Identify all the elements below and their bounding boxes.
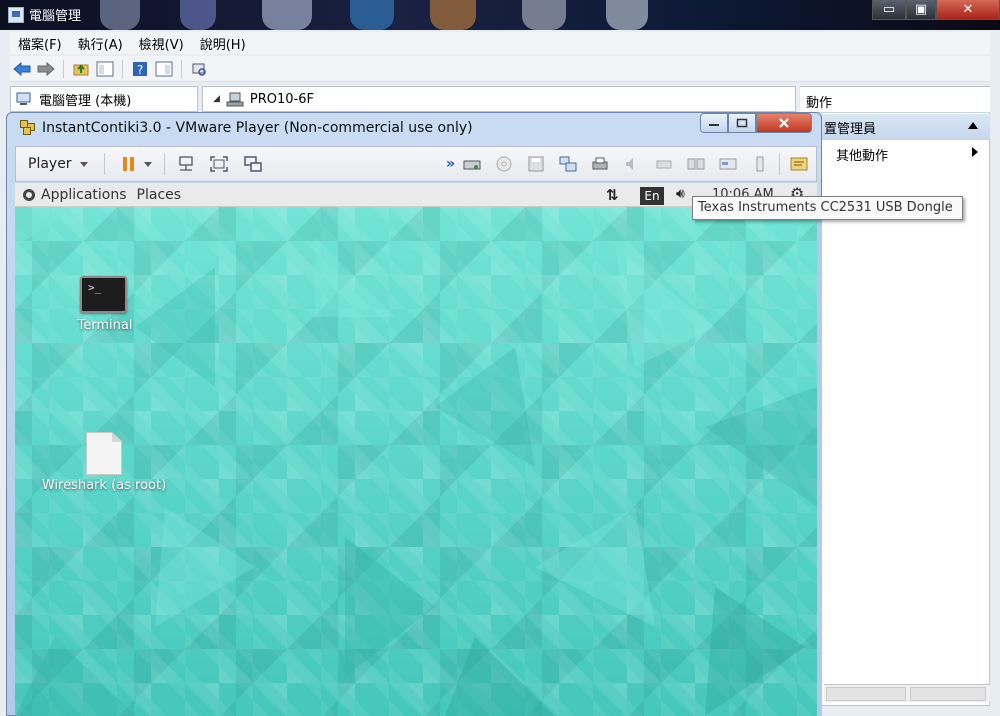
- maximize-icon: [736, 118, 748, 128]
- vmware-window-controls: [700, 113, 812, 135]
- computer-management-icon: [8, 6, 24, 23]
- window-controls: ▭ ▣ ✕: [872, 0, 1000, 22]
- wireshark-label[interactable]: Wireshark (as root): [30, 478, 178, 493]
- places-menu[interactable]: Places: [137, 187, 182, 203]
- toolbar-separator: [103, 153, 105, 175]
- device-tree-header[interactable]: ◢ PRO10-6F: [202, 86, 796, 112]
- language-indicator[interactable]: En: [640, 187, 664, 205]
- desktop-wallpaper-pattern: [15, 207, 817, 716]
- message-log-icon[interactable]: [790, 156, 808, 172]
- more-actions-item[interactable]: 其他動作: [800, 142, 990, 164]
- maximize-button[interactable]: ▣: [906, 0, 936, 20]
- terminal-icon[interactable]: >_: [80, 276, 127, 313]
- toolbar-separator: [163, 153, 165, 175]
- back-arrow-icon[interactable]: [12, 59, 32, 79]
- network-adapter-icon[interactable]: [559, 156, 577, 172]
- horizontal-scrollbar[interactable]: [824, 684, 990, 702]
- toolbar-separator: [63, 59, 64, 78]
- close-button[interactable]: ✕: [936, 0, 1000, 20]
- printer-icon[interactable]: [591, 156, 609, 172]
- toolbar-separator: [779, 153, 780, 175]
- unity-mode-icon[interactable]: [243, 155, 263, 173]
- collapse-up-icon[interactable]: [968, 122, 978, 129]
- host-desktop-strip: [0, 0, 1000, 30]
- usb-stick-icon[interactable]: [751, 156, 769, 172]
- applications-menu[interactable]: Applications: [23, 187, 127, 203]
- player-menu-button[interactable]: Player: [28, 156, 88, 172]
- more-actions-label: 其他動作: [836, 149, 889, 164]
- computer-icon: [16, 92, 31, 105]
- vmware-toolbar: Player »: [15, 146, 817, 182]
- pause-button[interactable]: [122, 157, 134, 171]
- forward-arrow-icon[interactable]: [36, 59, 56, 79]
- vmware-title-text: InstantContiki3.0 - VMware Player (Non-c…: [42, 120, 473, 136]
- scrollbar-track-segment[interactable]: [910, 687, 986, 701]
- minimize-icon: [709, 124, 719, 126]
- toolbar: ?: [10, 56, 990, 82]
- menu-bar: 檔案(F) 執行(A) 檢視(V) 說明(H): [10, 32, 990, 54]
- scan-hardware-icon[interactable]: [189, 59, 209, 79]
- sound-card-icon[interactable]: [623, 156, 641, 172]
- submenu-arrow-icon: [972, 147, 978, 157]
- actions-section-label: 置管理員: [824, 122, 877, 137]
- toolbar-separator: [122, 59, 123, 78]
- vmware-minimize-button[interactable]: [700, 113, 728, 133]
- fullscreen-icon[interactable]: [209, 155, 229, 173]
- show-hide-tree-icon[interactable]: [95, 59, 115, 79]
- applications-label: Applications: [41, 186, 127, 203]
- hard-disk-icon[interactable]: [463, 156, 481, 172]
- vmware-logo-icon: [20, 120, 36, 136]
- vmware-close-button[interactable]: [756, 113, 812, 133]
- close-icon: [779, 118, 789, 128]
- menu-action[interactable]: 執行(A): [70, 34, 131, 53]
- send-ctrl-alt-del-icon[interactable]: [177, 155, 195, 173]
- display-icon[interactable]: [719, 156, 737, 172]
- usb-device-icon[interactable]: [655, 156, 673, 172]
- vmware-maximize-button[interactable]: [728, 113, 756, 133]
- guest-desktop[interactable]: [15, 207, 817, 716]
- terminal-label[interactable]: Terminal: [70, 318, 140, 333]
- floppy-icon[interactable]: [527, 156, 545, 172]
- menu-view[interactable]: 檢視(V): [131, 34, 192, 53]
- usb-device-tooltip: Texas Instruments CC2531 USB Dongle: [692, 196, 963, 220]
- vmware-title-bar: InstantContiki3.0 - VMware Player (Non-c…: [20, 117, 473, 139]
- minimize-button[interactable]: ▭: [872, 0, 906, 20]
- network-arrows-icon[interactable]: ⇅: [606, 186, 619, 204]
- folder-up-icon[interactable]: [71, 59, 91, 79]
- more-devices-icon[interactable]: »: [446, 156, 455, 172]
- computer-node-icon: [226, 92, 244, 107]
- window-title: 電腦管理: [8, 5, 81, 24]
- actions-header: 動作: [800, 87, 990, 113]
- cd-dvd-icon[interactable]: [495, 156, 513, 172]
- pause-dropdown-icon[interactable]: [143, 161, 152, 167]
- player-menu-label: Player: [28, 156, 72, 172]
- tree-root-label: 電腦管理 (本機): [39, 93, 132, 109]
- chevron-down-icon: [79, 161, 88, 167]
- applications-icon: [23, 188, 35, 201]
- expand-triangle-icon[interactable]: ◢: [213, 94, 220, 104]
- toolbar-separator: [181, 59, 182, 78]
- volume-icon[interactable]: 🔊︎: [676, 186, 685, 202]
- svg-text:?: ?: [137, 63, 143, 77]
- tree-root-row[interactable]: 電腦管理 (本機): [10, 86, 198, 112]
- menu-file[interactable]: 檔案(F): [10, 34, 70, 53]
- window-title-text: 電腦管理: [29, 9, 82, 24]
- computer-node-label: PRO10-6F: [249, 91, 315, 107]
- menu-help[interactable]: 說明(H): [192, 34, 254, 53]
- help-icon[interactable]: ?: [130, 59, 150, 79]
- scrollbar-thumb[interactable]: [826, 687, 906, 701]
- vmware-window-border: [817, 207, 822, 716]
- actions-section-header[interactable]: 置管理員: [800, 114, 990, 140]
- actions-pane: [800, 86, 990, 706]
- properties-pane-icon[interactable]: [154, 59, 174, 79]
- usb-device-2-icon[interactable]: [687, 156, 705, 172]
